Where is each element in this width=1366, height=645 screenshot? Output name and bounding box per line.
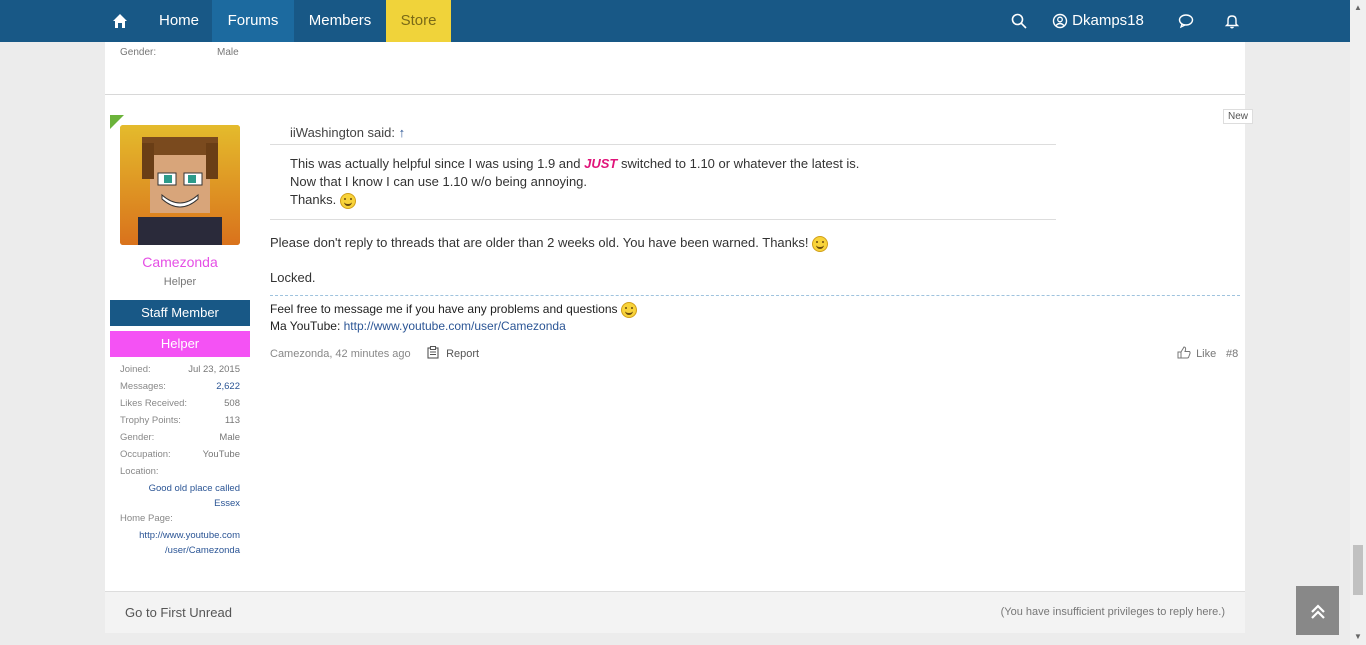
quote-thanks: Thanks. (290, 192, 337, 207)
occupation-value: YouTube (202, 449, 240, 460)
location-line-1: Good old place called (148, 483, 240, 494)
quote-line-1-post: switched to 1.10 or whatever the latest … (617, 156, 860, 171)
quote-body: This was actually helpful since I was us… (270, 145, 1056, 220)
post-meta[interactable]: Camezonda, 42 minutes ago (270, 348, 411, 360)
nav-store[interactable]: Store (386, 0, 451, 42)
homepage-line-2: /user/Camezonda (165, 545, 240, 556)
joined-value: Jul 23, 2015 (188, 364, 240, 375)
thumbs-up-icon (1177, 346, 1191, 360)
report-icon (427, 346, 439, 360)
messages-label: Messages: (120, 381, 166, 392)
smiley-icon (620, 301, 637, 318)
signature-divider (270, 295, 1240, 296)
trophy-value: 113 (224, 415, 240, 426)
post-divider (105, 94, 1245, 95)
username-label: Dkamps18 (1072, 12, 1144, 29)
thread-footer: Go to First Unread (You have insufficien… (105, 591, 1245, 633)
homepage-link[interactable]: http://www.youtube.com /user/Camezonda (120, 528, 240, 558)
occupation-label: Occupation: (120, 449, 171, 460)
quote-line-1-pre: This was actually helpful since I was us… (290, 156, 585, 171)
location-line-2: Essex (214, 498, 240, 509)
nav-forums[interactable]: Forums (212, 0, 294, 42)
like-button[interactable]: Like (1177, 346, 1216, 360)
messages-value[interactable]: 2,622 (216, 381, 240, 392)
report-label: Report (446, 348, 480, 360)
notifications-icon[interactable] (1218, 0, 1246, 42)
thread-content: Gender: Male Camezonda Helper Staff Memb… (105, 42, 1254, 632)
helper-banner: Helper (110, 331, 250, 357)
post-author[interactable]: Camezonda (105, 254, 255, 270)
trophy-label: Trophy Points: (120, 415, 181, 426)
nav-members[interactable]: Members (296, 0, 384, 42)
scroll-up-arrow[interactable]: ▲ (1354, 4, 1362, 12)
signature-text: Feel free to message me if you have any … (270, 302, 618, 316)
joined-label: Joined: (120, 364, 151, 375)
smiley-icon (812, 235, 829, 252)
user-title: Helper (163, 276, 197, 288)
avatar[interactable] (120, 125, 240, 245)
scroll-down-arrow[interactable]: ▼ (1354, 633, 1362, 641)
new-badge: New (1223, 109, 1254, 124)
homepage-line-1: http://www.youtube.com (139, 530, 240, 541)
user-menu[interactable]: Dkamps18 (1052, 0, 1152, 42)
likes-label: Likes Received: (120, 398, 188, 409)
go-to-first-unread[interactable]: Go to First Unread (125, 605, 232, 620)
double-chevron-up-icon (1309, 598, 1327, 623)
quote-line-1: This was actually helpful since I was us… (290, 155, 1056, 173)
gender-label: Gender: (120, 47, 157, 58)
quote-author: iiWashington said: (290, 125, 396, 140)
quote-block: iiWashington said: ↑ This was actually h… (270, 122, 1056, 220)
message-text: Please don't reply to threads that are o… (270, 235, 809, 250)
locked-text: Locked. (270, 270, 316, 285)
report-button[interactable]: Report (427, 346, 479, 360)
gender-value: Male (219, 432, 240, 443)
location-value[interactable]: Good old place called Essex (120, 481, 240, 511)
scroll-to-top-button[interactable] (1296, 586, 1339, 635)
quote-jump-arrow[interactable]: ↑ (399, 125, 406, 140)
user-stats: Joined: Jul 23, 2015 Messages: 2,622 Likes… (120, 364, 240, 558)
post-number[interactable]: #8 (1226, 348, 1238, 360)
signature: Feel free to message me if you have any … (270, 301, 637, 334)
signature-line-1: Feel free to message me if you have any … (270, 301, 637, 318)
post-message: Please don't reply to threads that are o… (270, 234, 829, 252)
gender-value: Male (217, 47, 239, 58)
homepage-label: Home Page: (120, 513, 173, 524)
previous-post-gender: Gender: Male (120, 47, 239, 58)
page-scrollbar[interactable]: ▲ ▼ (1350, 0, 1366, 645)
signature-youtube-link[interactable]: http://www.youtube.com/user/Camezonda (344, 319, 566, 333)
search-icon[interactable] (1005, 0, 1033, 42)
reply-privileges-note: (You have insufficient privileges to rep… (1000, 606, 1225, 618)
signature-line-2: Ma YouTube: http://www.youtube.com/user/… (270, 318, 637, 334)
quote-emphasis: JUST (584, 156, 618, 171)
scrollbar-thumb[interactable] (1353, 545, 1363, 595)
smiley-icon (339, 192, 356, 209)
quote-header: iiWashington said: ↑ (270, 122, 1056, 145)
location-label: Location: (120, 466, 159, 477)
conversations-icon[interactable] (1172, 0, 1200, 42)
staff-member-banner: Staff Member (110, 300, 250, 326)
signature-youtube-label: Ma YouTube: (270, 318, 344, 333)
gender-label: Gender: (120, 432, 155, 443)
quote-line-2: Now that I know I can use 1.10 w/o being… (290, 174, 588, 189)
likes-value: 508 (224, 398, 240, 409)
nav-home[interactable]: Home (148, 0, 210, 42)
user-icon (1052, 12, 1068, 29)
like-label: Like (1196, 348, 1217, 360)
quote-line-3: Thanks. (290, 191, 1056, 209)
top-navigation: Home Forums Members Store Dkamps18 (0, 0, 1350, 42)
home-icon[interactable] (105, 0, 135, 42)
